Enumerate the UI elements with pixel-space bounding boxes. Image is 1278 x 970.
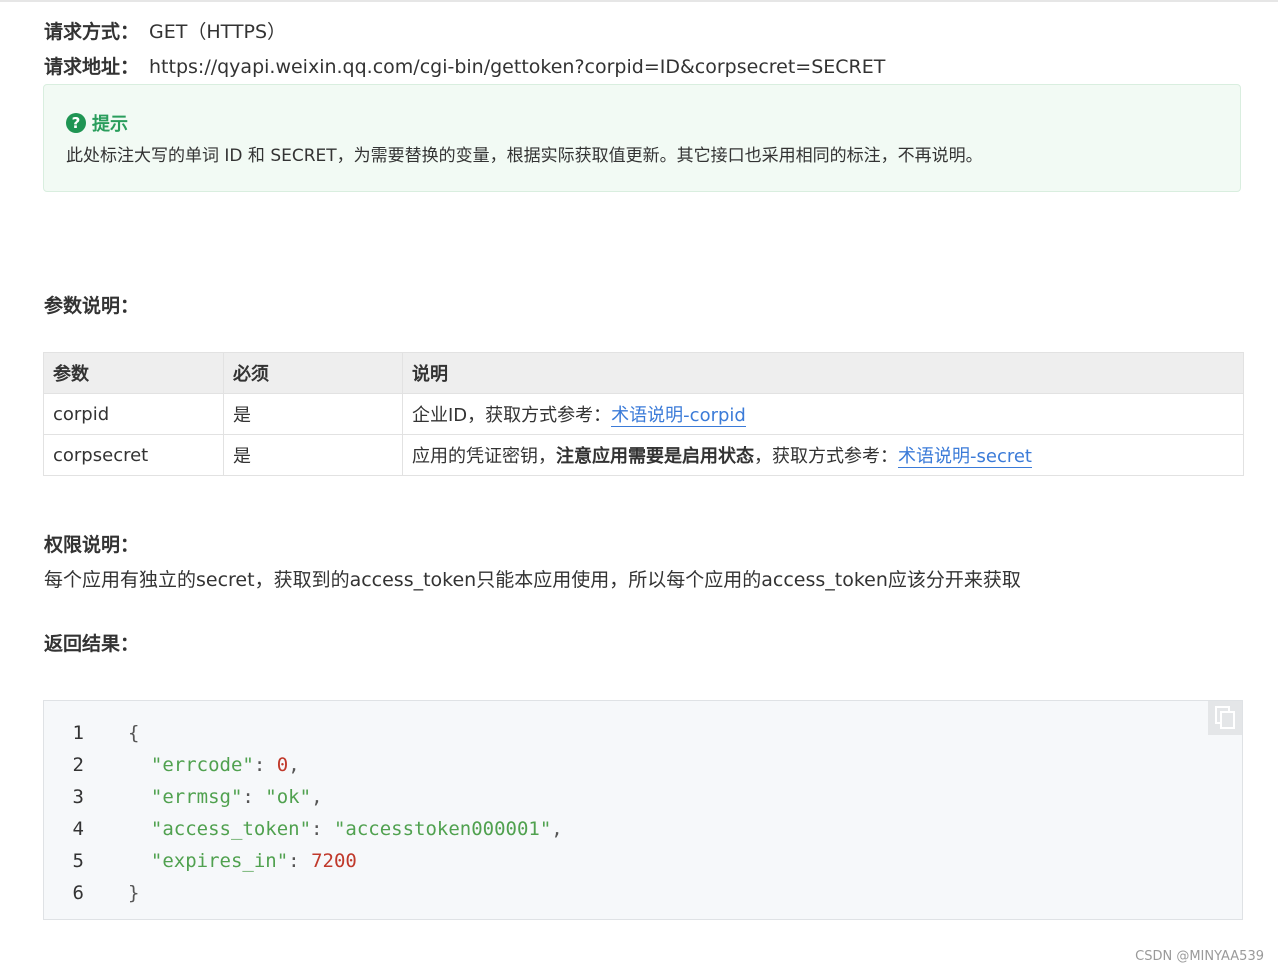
params-heading: 参数说明： bbox=[44, 295, 140, 317]
json-value: "ok" bbox=[265, 786, 312, 808]
request-url: 请求地址： https://qyapi.weixin.qq.com/cgi-bin… bbox=[44, 53, 885, 81]
permission-text: 每个应用有独立的secret，获取到的access_token只能本应用使用，所… bbox=[44, 569, 1021, 591]
question-circle-icon: ? bbox=[66, 113, 86, 133]
code-line: 6} bbox=[44, 877, 563, 909]
code-close-brace: } bbox=[128, 882, 140, 904]
code-line: 2 "errcode": 0, bbox=[44, 749, 563, 781]
code-block: 1{ 2 "errcode": 0, 3 "errmsg": "ok", 4 "… bbox=[43, 700, 1243, 920]
table-row: corpsecret 是 应用的凭证密钥，注意应用需要是启用状态，获取方式参考：… bbox=[43, 434, 1244, 476]
json-value: "accesstoken000001" bbox=[333, 818, 552, 840]
json-key: "errcode" bbox=[150, 754, 254, 776]
header-desc: 说明 bbox=[402, 352, 1244, 394]
json-key: "errmsg" bbox=[150, 786, 243, 808]
code-lines: 1{ 2 "errcode": 0, 3 "errmsg": "ok", 4 "… bbox=[44, 717, 563, 909]
tip-title-text: 提示 bbox=[92, 114, 128, 135]
table-header-row: 参数 必须 说明 bbox=[43, 352, 1244, 394]
request-method-value: GET（HTTPS） bbox=[149, 21, 287, 43]
code-line: 1{ bbox=[44, 717, 563, 749]
tip-title: ? 提示 bbox=[66, 111, 128, 135]
tip-text: 此处标注大写的单词 ID 和 SECRET，为需要替换的变量，根据实际获取值更新… bbox=[66, 146, 983, 166]
param-required: 是 bbox=[223, 434, 403, 476]
code-open-brace: { bbox=[128, 722, 140, 744]
return-heading: 返回结果： bbox=[44, 633, 140, 655]
param-desc-middle: ，获取方式参考： bbox=[754, 446, 898, 467]
param-required: 是 bbox=[223, 393, 403, 435]
table-row: corpid 是 企业ID，获取方式参考：术语说明-corpid bbox=[43, 393, 1244, 435]
watermark: CSDN @MINYAA539 bbox=[1135, 949, 1264, 964]
param-name: corpsecret bbox=[43, 434, 224, 476]
param-desc-bold: 注意应用需要是启用状态 bbox=[556, 446, 754, 467]
corpid-glossary-link[interactable]: 术语说明-corpid bbox=[611, 405, 746, 427]
json-trail: , bbox=[288, 754, 300, 776]
json-key: "access_token" bbox=[150, 818, 312, 840]
header-required: 必须 bbox=[223, 352, 403, 394]
code-line: 3 "errmsg": "ok", bbox=[44, 781, 563, 813]
copy-icon bbox=[1215, 706, 1235, 729]
line-number: 3 bbox=[72, 786, 84, 808]
tip-box: ? 提示 此处标注大写的单词 ID 和 SECRET，为需要替换的变量，根据实际… bbox=[43, 84, 1241, 192]
request-url-value: https://qyapi.weixin.qq.com/cgi-bin/gett… bbox=[149, 56, 886, 78]
code-line: 4 "access_token": "accesstoken000001", bbox=[44, 813, 563, 845]
param-desc: 应用的凭证密钥，注意应用需要是启用状态，获取方式参考：术语说明-secret bbox=[402, 434, 1244, 476]
param-desc-prefix: 应用的凭证密钥， bbox=[412, 446, 556, 467]
line-number: 5 bbox=[72, 850, 84, 872]
permission-heading: 权限说明： bbox=[44, 534, 140, 556]
json-trail: , bbox=[551, 818, 563, 840]
line-number: 6 bbox=[72, 882, 84, 904]
json-key: "expires_in" bbox=[150, 850, 289, 872]
header-param: 参数 bbox=[43, 352, 224, 394]
request-method: 请求方式： GET（HTTPS） bbox=[44, 18, 286, 46]
request-url-label: 请求地址： bbox=[44, 56, 140, 78]
json-value: 0 bbox=[276, 754, 289, 776]
param-desc: 企业ID，获取方式参考：术语说明-corpid bbox=[402, 393, 1244, 435]
json-value: 7200 bbox=[311, 850, 357, 872]
json-trail: , bbox=[311, 786, 323, 808]
param-desc-prefix: 企业ID，获取方式参考： bbox=[412, 405, 612, 426]
param-name: corpid bbox=[43, 393, 224, 435]
copy-button[interactable] bbox=[1208, 701, 1242, 735]
params-table: 参数 必须 说明 corpid 是 企业ID，获取方式参考：术语说明-corpi… bbox=[43, 352, 1244, 476]
code-line: 5 "expires_in": 7200 bbox=[44, 845, 563, 877]
top-divider bbox=[0, 0, 1278, 2]
request-method-label: 请求方式： bbox=[44, 21, 140, 43]
line-number: 2 bbox=[72, 754, 84, 776]
line-number: 4 bbox=[72, 818, 84, 840]
line-number: 1 bbox=[72, 722, 84, 744]
secret-glossary-link[interactable]: 术语说明-secret bbox=[898, 446, 1032, 468]
